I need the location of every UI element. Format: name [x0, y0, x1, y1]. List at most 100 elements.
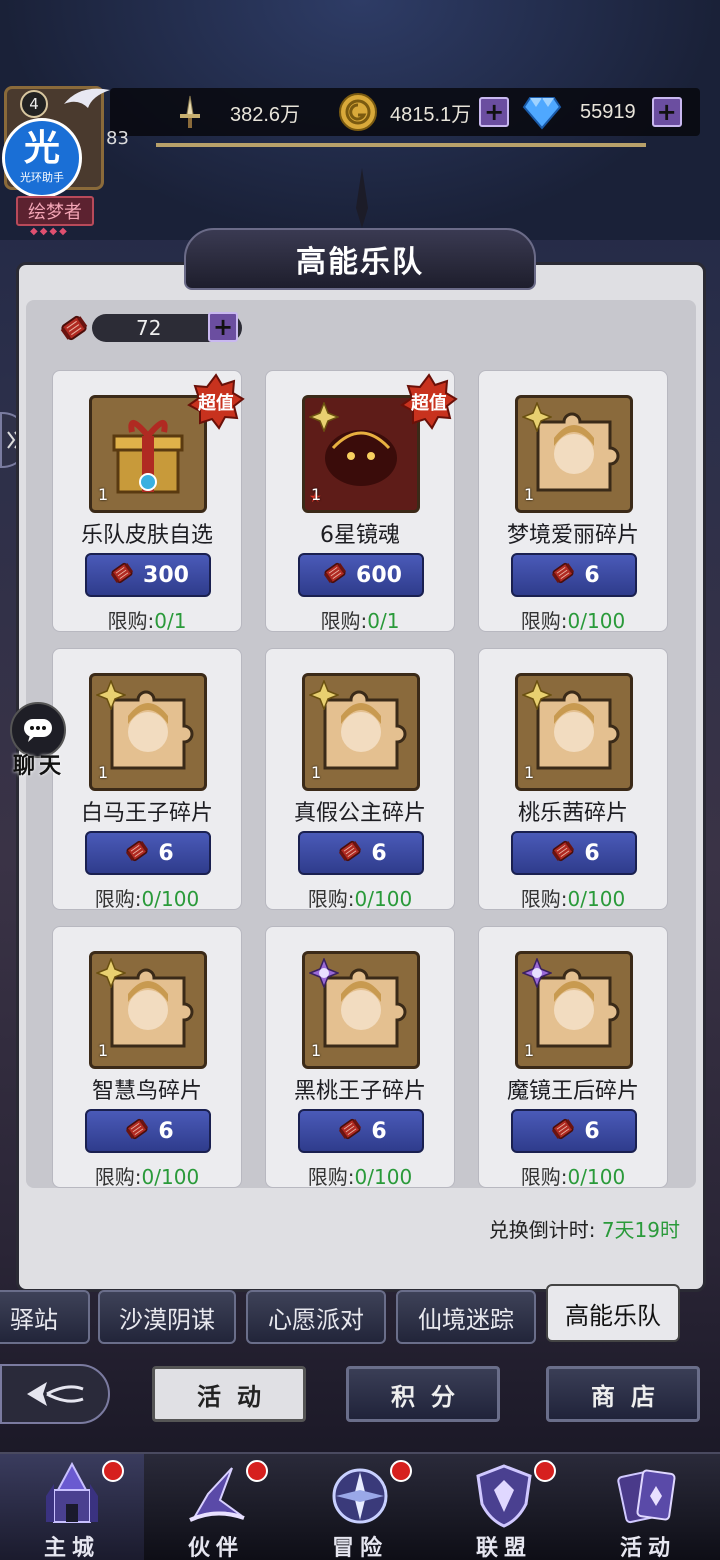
super-value-badge: 超值	[187, 373, 245, 431]
player-sub-level: 83	[106, 128, 129, 149]
buy-button[interactable]: 6	[298, 1109, 424, 1153]
limit-count: 0/100	[141, 1165, 200, 1189]
buy-button[interactable]: 6	[511, 1109, 637, 1153]
gold-coin-icon	[338, 92, 378, 132]
compass-icon	[324, 1460, 396, 1532]
limit-count: 0/100	[567, 1165, 626, 1189]
puzzle-fragment-icon: 1	[515, 395, 633, 513]
back-button[interactable]	[0, 1364, 110, 1424]
item-name: 智慧鸟碎片	[91, 1079, 202, 1104]
item-quantity: 1	[98, 485, 109, 504]
chat-label: 聊天	[12, 754, 65, 779]
points-button[interactable]: 积分	[346, 1366, 500, 1422]
notification-dot	[390, 1460, 412, 1482]
tab-desert-plot[interactable]: 沙漠阴谋	[98, 1290, 236, 1344]
activity-button[interactable]: 活动	[152, 1366, 306, 1422]
purchase-limit: 限购:0/100	[266, 883, 454, 912]
super-value-badge: 超值	[400, 373, 458, 431]
witch-hat-icon	[180, 1460, 252, 1532]
item-quantity: 1	[524, 485, 535, 504]
ticket-scroll-icon	[548, 558, 578, 592]
shop-item-card[interactable]: 1 超值 乐队皮肤自选 300 限购:0/1	[52, 370, 245, 633]
item-quantity: 1	[98, 1041, 109, 1060]
shop-item-card[interactable]: 1 真假公主碎片 6 限购:0/100	[265, 648, 455, 912]
diamond-icon	[522, 92, 562, 132]
buy-button[interactable]: 6	[85, 831, 211, 875]
buy-button[interactable]: 600	[298, 553, 424, 597]
shop-item-card[interactable]: 1 梦境爱丽碎片 6 限购:0/100	[478, 370, 668, 634]
item-price: 6	[371, 840, 387, 866]
nav-label: 冒险	[331, 1536, 388, 1560]
star-badge-icon	[520, 678, 554, 712]
item-price: 6	[584, 562, 600, 588]
avatar[interactable]: 光 光环助手	[2, 118, 82, 198]
item-price: 6	[158, 1118, 174, 1144]
limit-label: 限购:	[307, 1165, 355, 1189]
limit-label: 限购:	[520, 1165, 568, 1189]
notification-dot	[246, 1460, 268, 1482]
item-quantity: 1	[524, 1041, 535, 1060]
ticket-scroll-icon	[548, 1114, 578, 1148]
nav-label: 伙伴	[187, 1536, 244, 1560]
add-gold-button[interactable]: +	[479, 97, 510, 127]
puzzle-fragment-icon: 1	[302, 673, 420, 791]
buy-button[interactable]: 6	[298, 831, 424, 875]
buy-button[interactable]: 300	[85, 553, 211, 597]
nav-activity[interactable]: 活动	[576, 1454, 720, 1560]
shop-item-card[interactable]: 1 桃乐茜碎片 6 限购:0/100	[478, 648, 668, 911]
shop-item-card[interactable]: 1 魔镜王后碎片 6 限购:0/100	[478, 926, 668, 1189]
notification-dot	[534, 1460, 556, 1482]
player-title-badge: 绘梦者	[16, 196, 94, 226]
nav-alliance[interactable]: 联盟	[432, 1454, 576, 1560]
tab-wonderland[interactable]: 仙境迷踪	[396, 1290, 536, 1344]
shop-item-card[interactable]: ★ 1 超值 6星镜魂 600 限购:0/1	[265, 370, 458, 633]
nav-label: 联盟	[475, 1536, 532, 1560]
purchase-limit: 限购:0/100	[266, 1161, 454, 1190]
panel-title: 高能乐队	[184, 228, 536, 290]
sword-icon	[170, 92, 210, 132]
add-diamond-button[interactable]: +	[651, 97, 682, 127]
shop-item-card[interactable]: 1 智慧鸟碎片 6 限购:0/100	[52, 926, 242, 1190]
ticket-scroll-icon	[107, 558, 137, 592]
item-price: 6	[371, 1118, 387, 1144]
purchase-limit: 限购:0/100	[53, 1161, 241, 1190]
puzzle-fragment-icon: 1	[89, 673, 207, 791]
chat-button[interactable]: 聊天	[4, 702, 66, 779]
nav-adventure[interactable]: 冒险	[288, 1454, 432, 1560]
limit-label: 限购:	[307, 887, 355, 911]
nav-main-city[interactable]: 主城	[0, 1454, 144, 1560]
super-value-label: 超值	[411, 393, 447, 414]
item-quantity: 1	[311, 763, 322, 782]
limit-count: 0/1	[367, 609, 400, 633]
buy-button[interactable]: 6	[511, 553, 637, 597]
puzzle-fragment-icon: 1	[302, 951, 420, 1069]
item-name: 梦境爱丽碎片	[506, 523, 639, 548]
ticket-count: 72	[136, 316, 162, 340]
power-value: 382.6万	[230, 103, 301, 126]
purchase-limit: 限购:0/100	[479, 605, 667, 634]
limit-label: 限购:	[520, 887, 568, 911]
tab-band[interactable]: 高能乐队	[546, 1284, 680, 1342]
ticket-scroll-icon	[335, 836, 365, 870]
puzzle-fragment-icon: 1	[515, 673, 633, 791]
puzzle-fragment-icon: 1	[515, 951, 633, 1069]
cards-icon	[612, 1460, 684, 1532]
item-quantity: 1	[524, 763, 535, 782]
buy-button[interactable]: 6	[85, 1109, 211, 1153]
nav-partners[interactable]: 伙伴	[144, 1454, 288, 1560]
shop-item-card[interactable]: 1 白马王子碎片 6 限购:0/100	[52, 648, 242, 911]
item-price: 6	[584, 840, 600, 866]
item-price: 300	[143, 562, 189, 588]
avatar-sub: 光环助手	[20, 171, 64, 184]
buy-button[interactable]: 6	[511, 831, 637, 875]
shop-button[interactable]: 商店	[546, 1366, 700, 1422]
puzzle-fragment-icon: 1	[89, 951, 207, 1069]
tab-wish-party[interactable]: 心愿派对	[246, 1290, 386, 1344]
shop-item-card[interactable]: 1 黑桃王子碎片 6 限购:0/100	[265, 926, 455, 1190]
tab-station[interactable]: 驿站	[0, 1290, 90, 1344]
wings-icon	[60, 84, 114, 120]
star-badge-icon	[307, 678, 341, 712]
action-bar: 活动 积分 商店	[0, 1364, 720, 1430]
avatar-char: 光	[23, 128, 60, 169]
add-ticket-button[interactable]: +	[208, 312, 238, 342]
